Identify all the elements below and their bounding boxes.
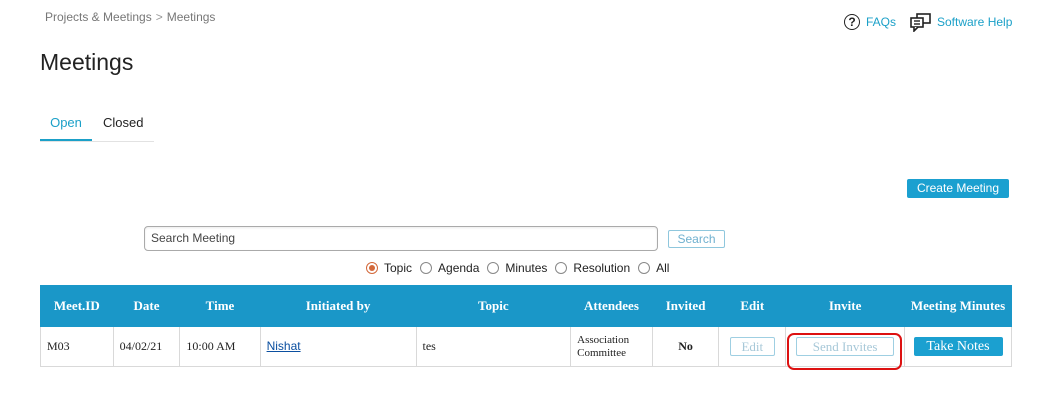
tab-open[interactable]: Open [40,113,92,141]
radio-topic[interactable] [366,262,378,274]
header-date: Date [112,285,181,327]
header-invite: Invite [785,285,906,327]
filter-all[interactable]: All [638,261,669,275]
filter-agenda-label: Agenda [438,261,480,275]
header-time: Time [179,285,261,327]
table-header-row: Meet.ID Date Time Initiated by Topic Att… [40,285,1012,327]
faqs-link[interactable]: ? FAQs [844,11,896,33]
header-invited: Invited [651,285,720,327]
breadcrumb: Projects & Meetings > Meetings [45,10,215,24]
search-filter-group: Topic Agenda Minutes Resolution All [366,261,677,275]
faqs-label: FAQs [866,15,897,29]
filter-all-label: All [656,261,670,275]
radio-agenda[interactable] [420,262,433,274]
initiator-link[interactable]: Nishat [267,339,301,353]
breadcrumb-current: Meetings [166,10,216,24]
filter-minutes-label: Minutes [505,261,548,275]
cell-edit: Edit [718,326,787,367]
filter-resolution[interactable]: Resolution [555,261,630,275]
cell-attendees: Association Committee [570,326,653,367]
cell-initiated-by: Nishat [259,326,417,367]
tab-closed[interactable]: Closed [103,113,143,140]
header-meeting-minutes: Meeting Minutes [904,285,1012,327]
cell-date: 04/02/21 [112,326,181,367]
cell-topic: tes [415,326,572,367]
header-initiated-by: Initiated by [259,285,417,327]
highlight-box [787,333,902,370]
filter-topic-label: Topic [384,261,413,275]
search-button[interactable]: Search [668,230,725,248]
search-input[interactable]: Search Meeting [144,226,658,251]
filter-topic[interactable]: Topic [366,261,412,275]
filter-minutes[interactable]: Minutes [487,261,547,275]
cell-invited-status: No [651,326,720,367]
header-edit: Edit [718,285,787,327]
cell-meet-id: M03 [40,326,114,367]
software-help-link[interactable]: Software Help [910,11,1012,33]
filter-resolution-label: Resolution [573,261,631,275]
breadcrumb-parent[interactable]: Projects & Meetings [45,10,152,24]
cell-time: 10:00 AM [179,326,261,367]
tab-bar: Open Closed [40,113,154,142]
cell-meeting-minutes: Take Notes [904,326,1012,367]
breadcrumb-separator: > [155,10,163,24]
chat-bubbles-icon [910,12,931,32]
radio-all[interactable] [638,262,651,274]
question-circle-icon: ? [844,14,860,30]
create-meeting-button[interactable]: Create Meeting [907,179,1009,198]
page-title: Meetings [40,49,134,75]
software-help-label: Software Help [937,15,1013,29]
header-topic: Topic [415,285,572,327]
radio-resolution[interactable] [555,262,568,274]
edit-button[interactable]: Edit [729,337,775,356]
radio-minutes[interactable] [487,262,500,274]
header-attendees: Attendees [570,285,653,327]
header-meet-id: Meet.ID [40,285,114,327]
filter-agenda[interactable]: Agenda [420,261,479,275]
take-notes-button[interactable]: Take Notes [913,337,1003,356]
